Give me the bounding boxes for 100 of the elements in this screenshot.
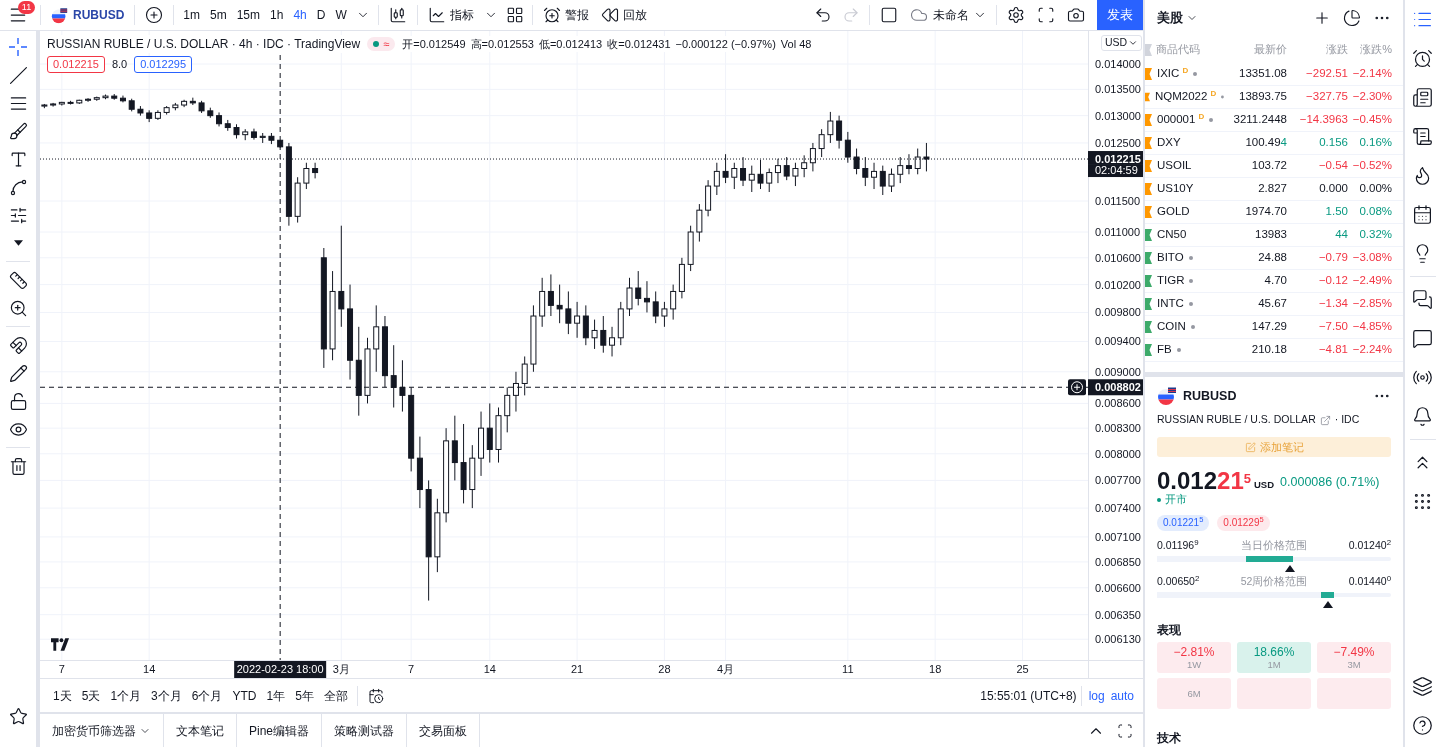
flag-icon[interactable] xyxy=(1145,252,1152,264)
zoom-in-icon[interactable] xyxy=(8,298,28,318)
layers-icon[interactable] xyxy=(1412,676,1433,697)
add-icon[interactable] xyxy=(1313,9,1331,27)
percent-change: −2.49% xyxy=(1351,273,1392,289)
layout-button[interactable]: 未命名 xyxy=(904,0,992,30)
range-button[interactable]: 1天 xyxy=(48,684,77,707)
interval-button[interactable]: 1h xyxy=(265,0,289,30)
performance-value: −7.49% xyxy=(1333,645,1375,659)
range-button[interactable]: 全部 xyxy=(318,684,353,707)
trash-icon[interactable] xyxy=(8,456,28,476)
ask-price[interactable]: 0.012295 xyxy=(134,56,193,73)
symbol-button[interactable]: RUBUSD xyxy=(45,0,131,30)
bell-icon[interactable] xyxy=(1412,406,1433,427)
interval-button[interactable]: 4h xyxy=(288,0,312,30)
ruler-icon[interactable] xyxy=(8,270,28,290)
watchlist-row[interactable]: IXIC$^{D}$ 13351.08 −292.51 −2.14% xyxy=(1145,63,1403,86)
flag-icon[interactable] xyxy=(1145,321,1152,333)
interval-button[interactable]: 1m xyxy=(178,0,205,30)
chat-bubble-icon[interactable] xyxy=(1412,328,1433,349)
undo-icon[interactable] xyxy=(814,6,832,24)
calendar-icon[interactable] xyxy=(1412,204,1433,225)
pencil-icon[interactable] xyxy=(8,363,28,383)
brush-icon[interactable] xyxy=(8,121,28,141)
pie-chart-icon[interactable] xyxy=(1343,9,1361,27)
settings-icon[interactable] xyxy=(1007,6,1025,24)
flag-icon[interactable] xyxy=(1145,344,1152,356)
period-label: 1M xyxy=(1267,659,1281,670)
alarm-clock-icon[interactable] xyxy=(1412,48,1433,69)
indicators-button[interactable]: 指标 xyxy=(421,0,480,30)
panel-tab[interactable]: 交易面板 xyxy=(407,714,481,747)
range-button[interactable]: 3个月 xyxy=(146,684,187,707)
document-icon[interactable] xyxy=(1412,126,1433,147)
add-circle-icon[interactable] xyxy=(145,6,164,24)
magnet-icon[interactable] xyxy=(8,335,28,355)
diagonal-line-icon[interactable] xyxy=(8,65,28,85)
alert-button[interactable]: 警报 xyxy=(536,0,595,30)
open-padlock-icon[interactable] xyxy=(8,391,28,411)
watchlist-row[interactable]: USOIL 103.72 −0.54 −0.52% xyxy=(1145,155,1403,178)
candlestick xyxy=(233,123,240,139)
watchlist-row[interactable]: BITO 24.88 −0.79 −3.08% xyxy=(1145,247,1403,270)
candlestick xyxy=(390,344,397,408)
interval-button[interactable]: W xyxy=(330,0,352,30)
flag-icon[interactable] xyxy=(1145,275,1152,287)
range-button[interactable]: YTD xyxy=(227,684,262,707)
interval-button[interactable]: 15m xyxy=(231,0,266,30)
chat-bubbles-icon[interactable] xyxy=(1412,289,1433,310)
watchlist-row[interactable]: INTC 45.67 −1.34 −2.85% xyxy=(1145,293,1403,316)
flag-icon[interactable] xyxy=(1145,229,1152,241)
help-icon[interactable] xyxy=(1412,715,1433,736)
newspaper-icon[interactable] xyxy=(1412,87,1433,108)
calendar-clock-icon[interactable] xyxy=(367,687,384,704)
maximize-icon[interactable] xyxy=(1117,722,1133,739)
publish-button[interactable]: 发表 xyxy=(1097,0,1143,30)
watchlist-row[interactable]: COIN 147.29 −7.50 −4.85% xyxy=(1145,316,1403,339)
dots-grid-icon[interactable] xyxy=(1412,491,1433,512)
grid-icon[interactable] xyxy=(505,6,524,24)
range-button[interactable]: 5天 xyxy=(76,684,106,707)
watchlist-row[interactable]: TIGR 4.70 −0.12 −2.49% xyxy=(1145,270,1403,293)
watchlist-row[interactable]: DXY 100.494 0.156 0.16% xyxy=(1145,132,1403,155)
curve-icon[interactable] xyxy=(8,177,28,197)
bid-price[interactable]: 0.012215 xyxy=(47,56,105,73)
panel-tab[interactable]: 文本笔记 xyxy=(164,714,237,747)
symbol-name: DXY xyxy=(1157,135,1181,151)
section-title: 技术 xyxy=(1157,730,1182,745)
candlestick xyxy=(591,319,598,350)
caret-down-icon[interactable] xyxy=(13,240,23,246)
panel-tab[interactable]: Pine编辑器 xyxy=(237,714,323,747)
last-price: 13983 xyxy=(1254,227,1287,243)
currency-dropdown[interactable]: USD xyxy=(1101,35,1143,51)
fullscreen-icon[interactable] xyxy=(1037,6,1055,24)
panel-tab[interactable]: 加密货币筛选器 xyxy=(40,714,164,747)
star-icon[interactable] xyxy=(8,706,28,726)
price-change: −4.81 xyxy=(1317,342,1348,358)
range-button[interactable]: 1年 xyxy=(261,684,291,707)
scale-option[interactable]: auto xyxy=(1107,684,1137,707)
list-selector[interactable]: 美股 xyxy=(1157,8,1198,28)
watchlist-row[interactable]: NQM2022$^{D}$ 13893.75 −327.75 −2.30% xyxy=(1145,86,1403,109)
camera-icon[interactable] xyxy=(1067,6,1085,24)
crosshair-icon[interactable] xyxy=(8,37,28,57)
sliders-icon[interactable] xyxy=(8,205,28,225)
range-button[interactable]: 5年 xyxy=(290,684,319,707)
candlestick xyxy=(626,277,633,317)
candlestick-icon[interactable] xyxy=(388,6,407,24)
replay-button[interactable]: 回放 xyxy=(594,0,653,30)
watchlist-row[interactable]: 000001$^{D}$ 3211.2448 −14.3963 −0.45% xyxy=(1145,109,1403,132)
scale-option[interactable]: log xyxy=(1085,684,1108,707)
watchlist-row[interactable]: US10Y 2.827 0.000 0.00% xyxy=(1145,178,1403,201)
plus-circle-icon[interactable] xyxy=(1068,379,1086,396)
flag-icon[interactable] xyxy=(1145,298,1152,310)
range-button[interactable]: 1个月 xyxy=(105,684,147,707)
range-button[interactable]: 6个月 xyxy=(186,684,228,707)
watchlist-row[interactable]: CN50 13983 44 0.32% xyxy=(1145,224,1403,247)
panel-tab[interactable]: 策略测试器 xyxy=(322,714,408,747)
watchlist-row[interactable]: GOLD 1974.70 1.50 0.08% xyxy=(1145,201,1403,224)
price-change: −0.79 xyxy=(1317,250,1348,266)
watchlist-row[interactable]: FB 210.18 −4.81 −2.24% xyxy=(1145,339,1403,362)
square-icon[interactable] xyxy=(880,6,898,24)
interval-button[interactable]: D xyxy=(311,0,331,30)
interval-button[interactable]: 5m xyxy=(205,0,232,30)
